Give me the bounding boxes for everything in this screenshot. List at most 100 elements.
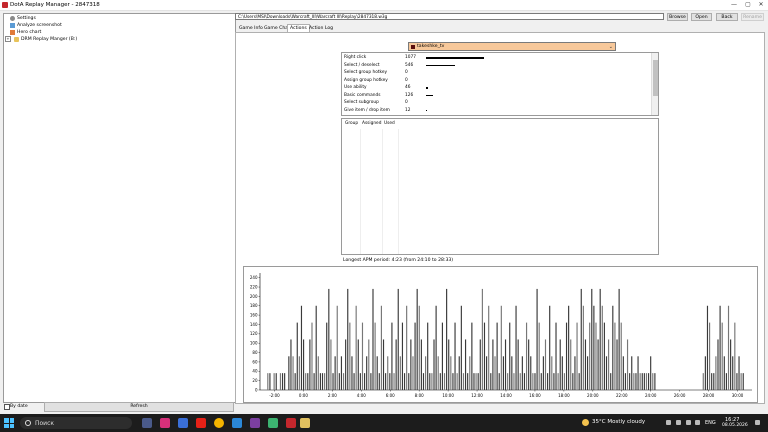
apm-bar [706,305,709,390]
chrome-icon[interactable] [214,418,224,428]
apm-bar [294,373,296,390]
apm-bar [452,373,454,390]
apm-bar [702,373,704,390]
apm-bar [618,288,620,390]
replay-path-input[interactable]: C:\Users\MSI\Downloads\Warcraft_III\Warc… [235,13,664,20]
apm-bar [311,322,313,390]
volume-icon[interactable] [686,420,691,425]
tree-item-label: Hero chart [17,29,42,35]
maximize-button[interactable]: ▢ [744,1,752,8]
action-row: Use ability 46 [344,84,654,92]
refresh-button[interactable]: Refresh [44,402,234,412]
expand-icon[interactable]: + [5,36,11,42]
actions-list[interactable]: Right click 1077 Select / deselect 546 S… [341,52,659,116]
column-header-group[interactable]: Group [345,121,358,126]
x-tick-label: -2:00 [269,393,280,398]
app-icon[interactable] [268,418,278,428]
apm-bar [637,356,639,390]
apm-bar [578,373,580,390]
back-button[interactable]: Back [716,13,738,21]
actions-scrollbar[interactable] [651,53,658,115]
instagram-icon[interactable] [160,418,170,428]
x-tick-label: 14:00 [500,393,512,398]
clock-date[interactable]: 08.05.2026 [722,423,748,428]
rename-button[interactable]: Rename [741,13,764,21]
language-indicator[interactable]: ENG [705,420,716,426]
apm-bar [376,356,378,390]
tab-game-info[interactable]: Game Info [237,25,265,32]
network-icon[interactable] [676,420,681,425]
apm-bar [605,356,608,390]
action-count: 46 [405,85,411,90]
tree-item-settings[interactable]: Settings [10,15,36,21]
action-name: Select / deselect [344,62,380,68]
edge-icon[interactable] [232,418,242,428]
app-icon[interactable] [178,418,188,428]
tree-item-drive[interactable]: + DRM Replay Manger (B:) [5,36,77,42]
replay-tree[interactable]: Settings Analyze screenshot Hero chart +… [3,13,236,403]
apm-bar [355,305,357,390]
clock-time[interactable]: 16:27 [725,417,739,423]
player-name: takeshke_tv [417,44,445,49]
taskbar-search[interactable]: Поиск [20,417,132,429]
tree-item-analyze-screenshot[interactable]: Analyze screenshot [10,22,62,28]
y-tick-label: 240 [250,275,258,280]
player-dropdown[interactable]: takeshke_tv ⌄ [408,42,616,51]
start-button[interactable] [4,418,14,428]
apm-bar [368,339,370,390]
weather-text[interactable]: 35°C Mostly cloudy [592,419,645,425]
apm-bar [532,373,534,390]
gear-icon [10,15,15,21]
close-button[interactable]: ✕ [757,1,765,8]
scrollbar-thumb[interactable] [652,60,658,96]
apm-bar [715,356,717,390]
apm-bar [523,373,526,390]
minimize-button[interactable]: — [730,1,738,8]
action-count: 126 [405,92,414,98]
tab-action-log[interactable]: Action Log [307,25,335,32]
apm-bar [414,322,416,390]
windows-logo-icon [9,423,14,428]
apm-bar [267,373,269,390]
apm-bar [568,305,570,390]
app-icon[interactable] [250,418,260,428]
apm-bar [555,322,557,390]
apm-bar [443,373,446,390]
action-bar [426,64,456,67]
apm-bar [481,288,483,390]
apm-bar [296,322,298,390]
apm-bar [336,305,338,390]
youtube-icon[interactable] [196,418,206,428]
chart-icon [10,29,15,35]
tray-chevron-icon[interactable] [666,420,671,425]
apm-bar [601,305,603,390]
action-row: Assign group hotkey 0 [344,77,654,85]
groups-table[interactable]: Group Assigned Used [341,118,659,255]
chevron-down-icon[interactable]: ⌄ [609,44,613,50]
apm-bar [727,305,730,390]
apm-bar [349,322,351,390]
browse-button[interactable]: Browse [667,13,688,21]
tree-item-hero-chart[interactable]: Hero chart [10,29,41,35]
apm-bar [342,373,345,390]
apm-bar [458,356,460,390]
battery-icon[interactable] [695,420,700,425]
column-header-used[interactable]: Used [384,121,395,126]
weather-icon[interactable] [582,419,589,426]
notification-icon[interactable] [755,420,760,425]
apm-bar [328,288,330,390]
action-name: Use ability [344,85,367,90]
apm-bar [742,373,744,390]
apm-bar [441,322,443,390]
column-header-assigned[interactable]: Assigned [362,121,381,126]
apm-bar [586,356,589,390]
replay-manager-icon[interactable] [286,418,296,428]
open-button[interactable]: Open [691,13,712,21]
apm-bar [326,322,328,390]
apm-bar [403,373,406,390]
apm-bar [536,288,538,390]
apm-chart-svg: 240220200180160140120100806040200-2:00 0:… [250,273,752,398]
x-tick-label: 6:00 [386,393,395,398]
file-explorer-icon[interactable] [300,418,310,428]
task-view-icon[interactable] [142,418,152,428]
